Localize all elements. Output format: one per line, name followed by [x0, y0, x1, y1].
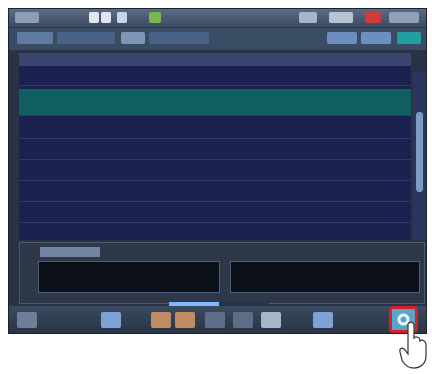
toolbar-button-1[interactable] [89, 12, 99, 23]
tool-button[interactable] [151, 312, 171, 328]
scrollbar-thumb[interactable] [416, 112, 423, 192]
filter-button-3[interactable] [397, 32, 421, 44]
tab-4[interactable] [149, 32, 209, 44]
study-list [19, 53, 411, 244]
pointer-hand-icon [399, 321, 427, 369]
table-row[interactable] [19, 183, 411, 202]
table-row[interactable] [19, 120, 411, 139]
filter-button-2[interactable] [361, 32, 391, 44]
tool-button[interactable] [175, 312, 195, 328]
detail-right [230, 261, 420, 293]
tool-button[interactable] [233, 312, 253, 328]
toolbar-button-2[interactable] [101, 12, 111, 23]
toolbar-button-5[interactable] [329, 12, 353, 23]
toolbar-logo [15, 12, 39, 23]
toolbar-button-6[interactable] [389, 12, 419, 23]
toolbar-alert-icon [365, 12, 381, 23]
scrollbar[interactable] [413, 72, 426, 240]
tool-button[interactable] [205, 312, 225, 328]
table-row[interactable] [19, 67, 411, 86]
detail-panel [19, 242, 425, 304]
table-row-selected[interactable] [19, 89, 411, 116]
tool-button[interactable] [261, 312, 281, 328]
toolbar-button-4[interactable] [299, 12, 317, 23]
tool-button[interactable] [101, 312, 121, 328]
tool-button[interactable] [17, 312, 37, 328]
tab-2[interactable] [57, 32, 115, 44]
tool-button[interactable] [313, 312, 333, 328]
toolbar-status-icon [149, 12, 161, 23]
filter-button-1[interactable] [327, 32, 357, 44]
table-row[interactable] [19, 204, 411, 223]
toolbar-button-3[interactable] [117, 12, 127, 23]
table-row[interactable] [19, 162, 411, 181]
detail-label [40, 247, 100, 257]
table-row[interactable] [19, 141, 411, 160]
tab-3[interactable] [121, 32, 145, 44]
table-header [19, 53, 411, 66]
detail-left [38, 261, 220, 293]
tab-row [9, 28, 426, 50]
application-window [8, 8, 427, 334]
bottom-toolbar [9, 306, 426, 333]
top-toolbar [9, 9, 426, 27]
tab-1[interactable] [17, 32, 53, 44]
